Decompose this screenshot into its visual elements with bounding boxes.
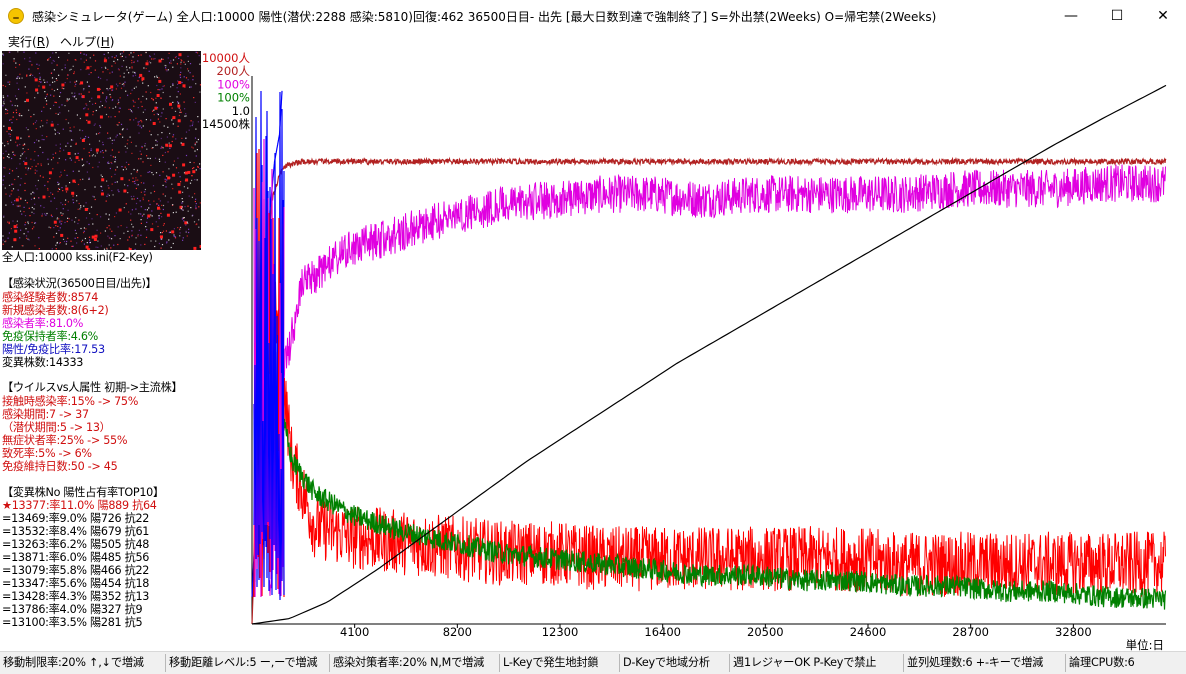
y-scale-label: 100% xyxy=(217,91,250,105)
status-lockdown-key: L-Keyで発生地封鎖 xyxy=(500,654,620,672)
status-countermeasure: 感染対策者率:20% N,Mで増減 xyxy=(330,654,500,672)
x-tick-label: 20500 xyxy=(747,625,784,639)
y-scale-label: 100% xyxy=(217,77,250,91)
series-line xyxy=(271,415,1167,610)
y-scale-label: 200人 xyxy=(217,64,251,78)
status-move-distance: 移動距離レベル:5 ー,ーで増減 xyxy=(166,654,330,672)
simulation-chart: 10000人200人100%100%1.014500株4100 8200 12300… xyxy=(202,51,1167,651)
x-tick-label: 12300 xyxy=(542,625,579,639)
status-region-analysis: D-Keyで地域分析 xyxy=(620,654,730,672)
x-tick-label: 24600 xyxy=(850,625,887,639)
x-tick-label: 4100 xyxy=(340,625,369,639)
status-cpu-count: 論理CPU数:6 xyxy=(1069,656,1135,669)
status-leisure: 週1レジャーOK P-Keyで禁止 xyxy=(730,654,904,672)
y-scale-label: 10000人 xyxy=(202,51,251,65)
x-tick-label: 16400 xyxy=(644,625,681,639)
x-tick-label: 32800 xyxy=(1055,625,1092,639)
x-unit-label: 単位:日 xyxy=(1126,638,1164,651)
status-bar: 移動制限率:20% ↑,↓で増減 移動距離レベル:5 ー,ーで増減 感染対策者率… xyxy=(0,651,1186,674)
status-movement-limit: 移動制限率:20% ↑,↓で増減 xyxy=(0,654,166,672)
y-scale-label: 14500株 xyxy=(202,117,251,131)
status-parallel: 並列処理数:6 +-キーで増減 xyxy=(904,654,1066,672)
x-tick-label: 28700 xyxy=(952,625,989,639)
series-line xyxy=(266,219,1166,597)
y-scale-label: 1.0 xyxy=(232,104,250,118)
x-tick-label: 8200 xyxy=(443,625,472,639)
